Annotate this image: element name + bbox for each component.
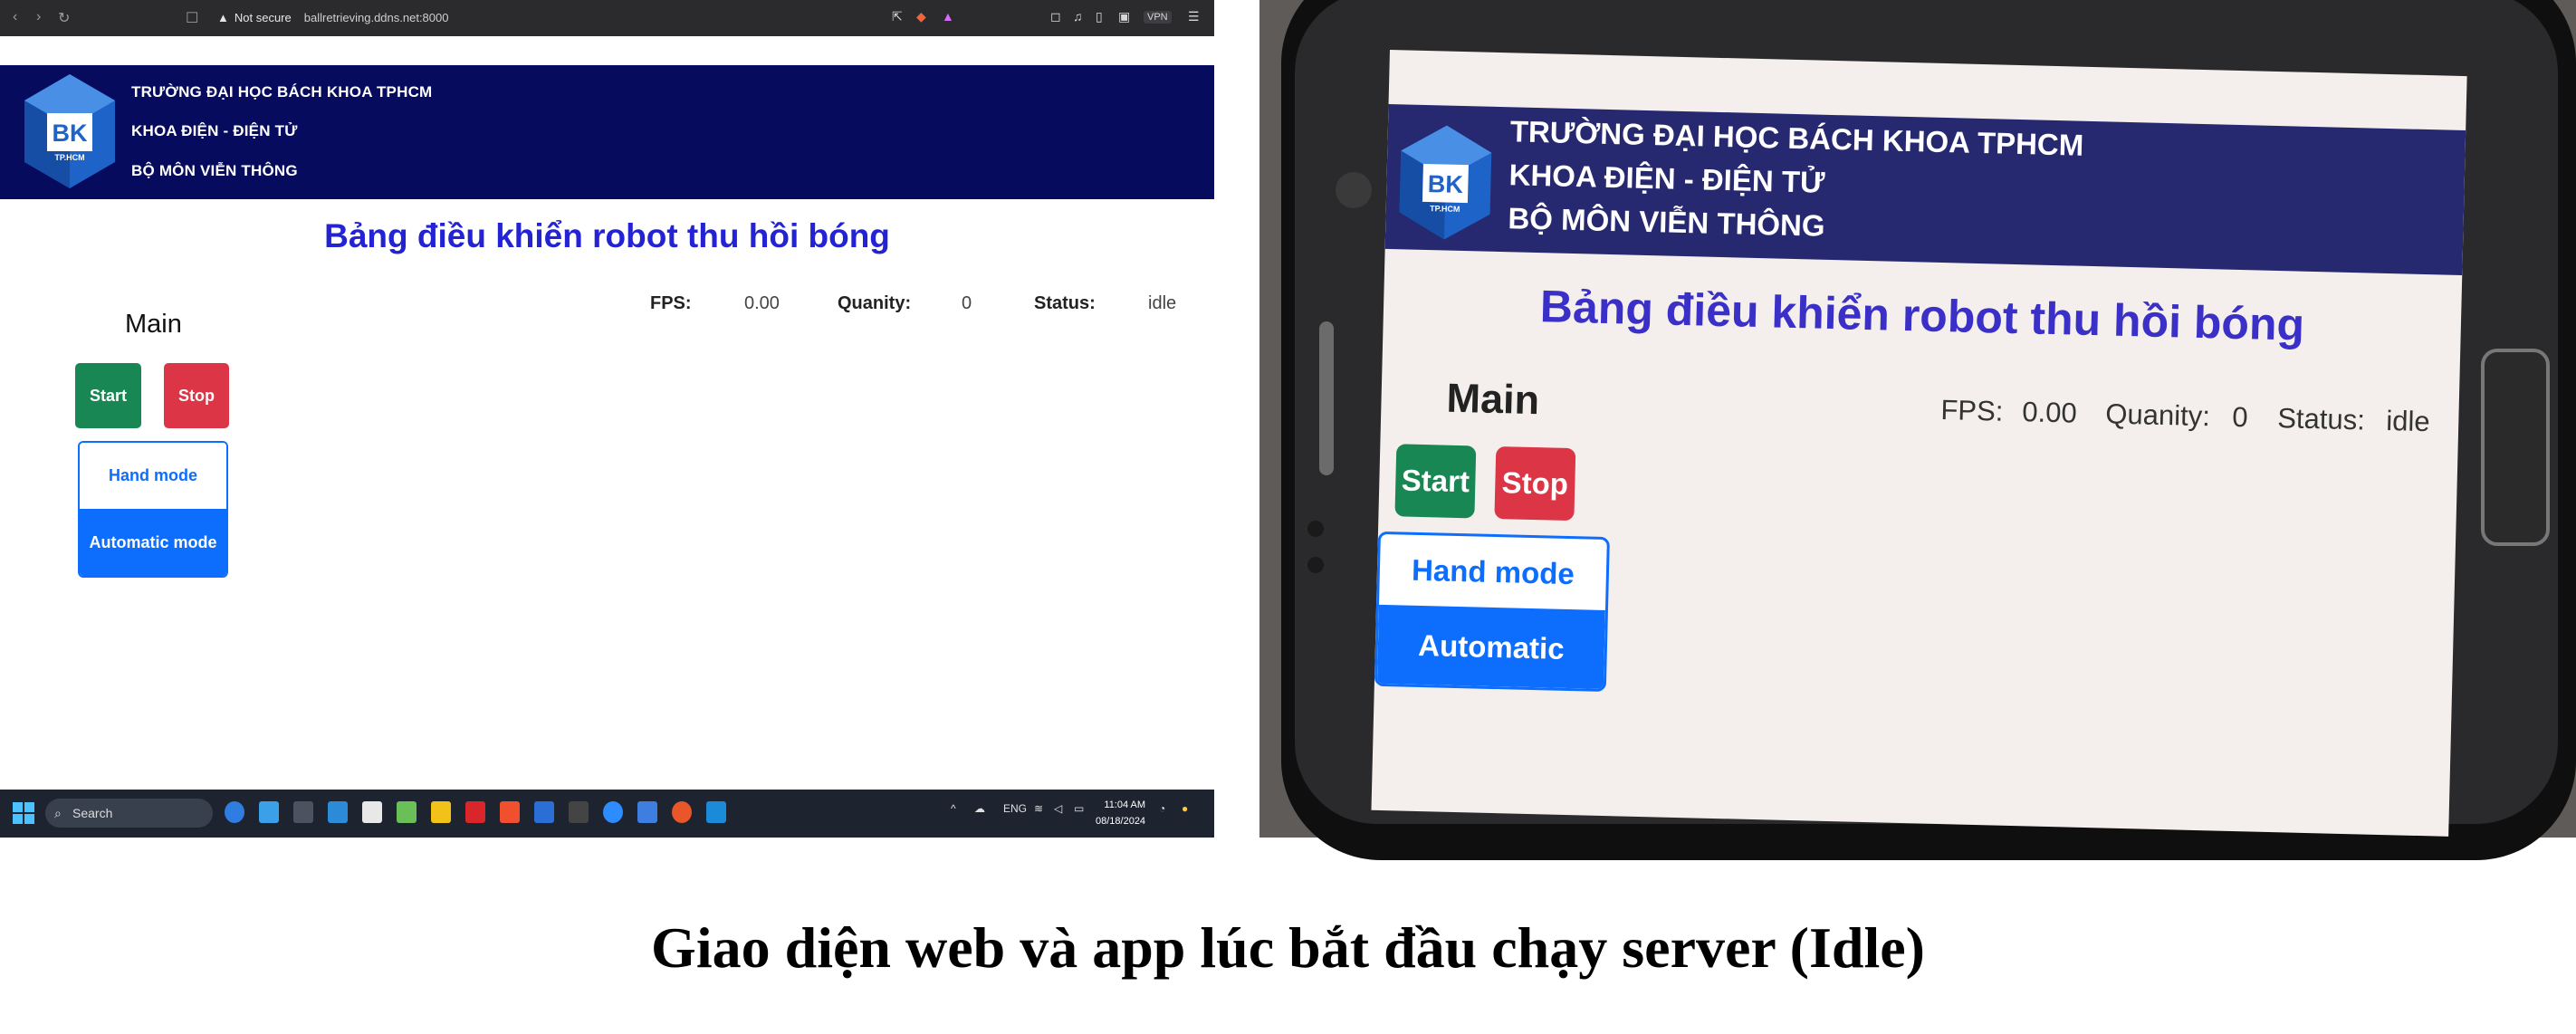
bookmark-icon[interactable]: ☐: [186, 9, 198, 27]
minecraft-icon[interactable]: [397, 801, 417, 823]
app-quantity-label: Quanity:: [2104, 397, 2211, 433]
warning-icon: ▲: [217, 11, 229, 24]
app-status-value: idle: [2385, 405, 2431, 438]
faculty-name: KHOA ĐIỆN - ĐIỆN TỬ: [131, 122, 298, 139]
rewards-icon[interactable]: ▲: [942, 9, 954, 24]
vpn-button[interactable]: VPN: [1144, 11, 1172, 24]
speaker-grille: [1319, 321, 1334, 475]
logo-subtext: TP.HCM: [54, 153, 84, 162]
system-clock[interactable]: 11:04 AM 08/18/2024: [1096, 797, 1145, 829]
app-faculty-name: KHOA ĐIỆN - ĐIỆN TỬ: [1508, 158, 1825, 199]
figure-caption: Giao diện web và app lúc bắt đầu chạy se…: [651, 915, 1925, 980]
weather-icon[interactable]: ●: [1182, 802, 1188, 815]
notification-bell-icon[interactable]: ◔: [1159, 802, 1165, 815]
app-bk-logo: BK TP.HCM: [1399, 125, 1492, 240]
wifi-icon[interactable]: ≋: [1034, 802, 1043, 815]
app-logo-text: BK: [1428, 170, 1464, 198]
share-icon[interactable]: ⇱: [892, 9, 903, 24]
app-department-name: BỘ MÔN VIỄN THÔNG: [1508, 201, 1826, 243]
fps-value: 0.00: [744, 293, 780, 313]
fps-label: FPS:: [650, 293, 692, 313]
media-icon[interactable]: ♫: [1073, 9, 1083, 24]
url-text: ballretrieving.ddns.net:8000: [303, 11, 449, 24]
sensor-dot: [1307, 557, 1324, 573]
app-logo-subtext: TP.HCM: [1430, 204, 1460, 214]
chevron-up-icon[interactable]: ^: [951, 802, 956, 815]
search-icon: ⌕: [54, 806, 62, 820]
main-label: Main: [125, 310, 182, 339]
app-fps-label: FPS:: [1940, 393, 2004, 427]
vscode-icon[interactable]: [706, 801, 726, 823]
back-icon[interactable]: ‹: [13, 9, 17, 25]
hand-mode-button[interactable]: Hand mode: [80, 443, 226, 509]
volume-icon[interactable]: ◁: [1054, 802, 1062, 815]
forward-icon[interactable]: ›: [36, 9, 41, 25]
logo-text: BK: [53, 120, 88, 147]
reload-icon[interactable]: ↻: [58, 9, 70, 27]
file-explorer-icon[interactable]: [431, 801, 451, 823]
mode-selector: Hand mode Automatic mode: [78, 441, 228, 578]
windows-taskbar: ⌕ Search ^ ☁ ENG ≋ ◁ ▭ 11:04 AM 08/18/202…: [0, 790, 1214, 838]
zoom-icon[interactable]: [603, 801, 623, 823]
status-value: idle: [1148, 293, 1177, 313]
quantity-value: 0: [962, 293, 972, 313]
app-header: BK TP.HCM TRƯỜNG ĐẠI HỌC BÁCH KHOA TPHCM…: [1384, 103, 2466, 276]
app-start-button[interactable]: Start: [1394, 444, 1477, 519]
page-title: Bảng điều khiển robot thu hồi bóng: [324, 217, 890, 254]
university-name: TRƯỜNG ĐẠI HỌC BÁCH KHOA TPHCM: [131, 83, 433, 101]
phone-screen: BK TP.HCM TRƯỜNG ĐẠI HỌC BÁCH KHOA TPHCM…: [1371, 50, 2467, 837]
sidebar-icon[interactable]: ▯: [1096, 9, 1103, 24]
cloud-icon[interactable]: ☁: [974, 802, 985, 815]
department-name: BỘ MÔN VIỄN THÔNG: [131, 162, 298, 179]
mail-icon[interactable]: [328, 801, 348, 823]
start-button[interactable]: Start: [75, 363, 141, 428]
automatic-mode-button[interactable]: Automatic mode: [80, 509, 226, 576]
app-page-title: Bảng điều khiển robot thu hồi bóng: [1539, 281, 2305, 350]
sensor-dot: [1307, 521, 1324, 537]
store-icon[interactable]: [362, 801, 382, 823]
app-status-label: Status:: [2276, 402, 2366, 436]
browser-window: ‹ › ↻ ☐ ▲ Not secure ballretrieving.ddns.n…: [0, 0, 1214, 838]
battery-icon[interactable]: ▭: [1074, 802, 1084, 815]
app-main-label: Main: [1446, 374, 1540, 424]
address-bar[interactable]: ▲ Not secure ballretrieving.ddns.net:8000: [217, 5, 448, 31]
menu-icon[interactable]: ☰: [1188, 9, 1200, 24]
terminal-icon[interactable]: [293, 801, 313, 823]
app-automatic-mode-button[interactable]: Automatic mode: [1376, 604, 1605, 689]
language-indicator[interactable]: ENG: [1003, 802, 1027, 815]
page-top-spacer: [0, 36, 1214, 65]
app-stop-button[interactable]: Stop: [1494, 445, 1576, 522]
photos-icon[interactable]: [637, 801, 657, 823]
quantity-label: Quanity:: [838, 293, 912, 313]
security-label: Not secure: [234, 11, 292, 24]
app-fps-value: 0.00: [2022, 396, 2078, 429]
windows-start-icon[interactable]: [13, 802, 34, 824]
wallet-icon[interactable]: ▣: [1118, 9, 1130, 24]
pdf-reader-icon[interactable]: [465, 801, 485, 823]
phone-link-icon[interactable]: [259, 801, 279, 823]
site-header: BK TP.HCM TRƯỜNG ĐẠI HỌC BÁCH KHOA TPHCM…: [0, 65, 1214, 199]
taskbar-search-label: Search: [72, 806, 113, 820]
status-label: Status:: [1034, 293, 1096, 313]
app-quantity-value: 0: [2231, 400, 2249, 434]
front-camera-icon: [1336, 172, 1372, 208]
home-button: [2481, 349, 2550, 546]
stop-button[interactable]: Stop: [164, 363, 229, 428]
bk-logo: BK TP.HCM: [24, 74, 115, 188]
app-university-name: TRƯỜNG ĐẠI HỌC BÁCH KHOA TPHCM: [1509, 114, 2084, 162]
browser-toolbar: ‹ › ↻ ☐ ▲ Not secure ballretrieving.ddns.n…: [0, 0, 1214, 36]
powerpoint-icon[interactable]: [672, 801, 692, 823]
brave-shield-icon[interactable]: ◆: [916, 9, 926, 24]
app-hand-mode-button[interactable]: Hand mode: [1379, 534, 1607, 610]
extensions-icon[interactable]: ◻: [1050, 9, 1061, 24]
clock-time: 11:04 AM: [1104, 799, 1146, 810]
word-icon[interactable]: [534, 801, 554, 823]
app-mode-selector: Hand mode Automatic mode: [1374, 531, 1610, 693]
notion-icon[interactable]: [569, 801, 589, 823]
brave-icon[interactable]: [500, 801, 520, 823]
taskbar-search[interactable]: ⌕ Search: [45, 799, 213, 828]
edge-icon[interactable]: [225, 801, 244, 823]
clock-date: 08/18/2024: [1096, 816, 1146, 827]
